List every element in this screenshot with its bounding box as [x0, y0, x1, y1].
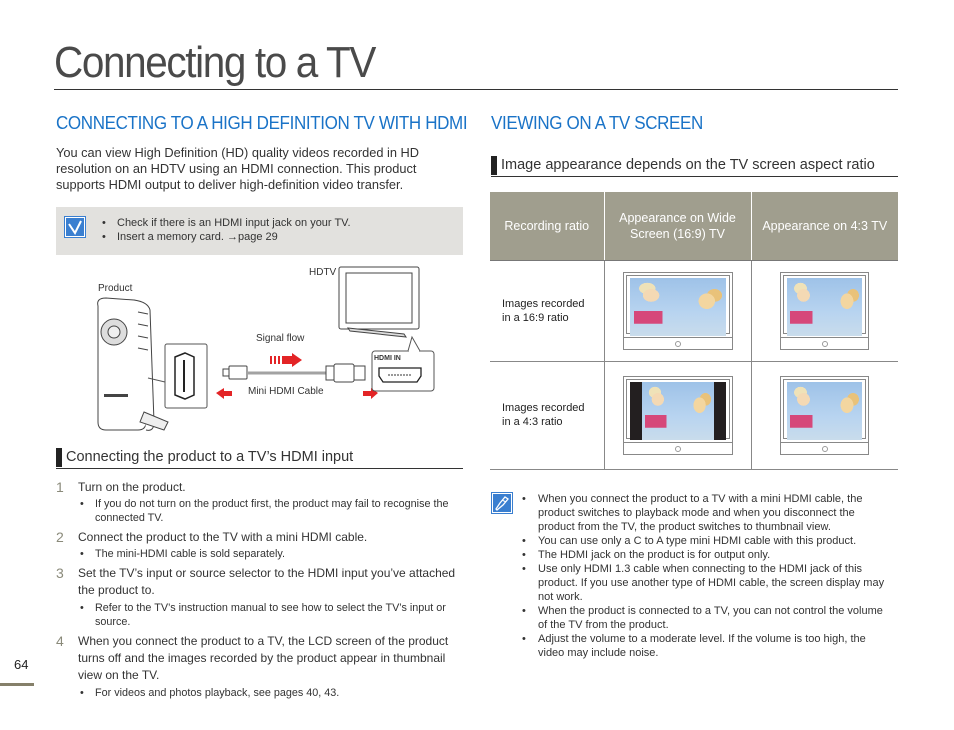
- prerequisite-item: Check if there is an HDMI input jack on …: [102, 216, 351, 230]
- standard-tv-full-image: [780, 376, 870, 455]
- header-recording-ratio: Recording ratio: [490, 192, 604, 261]
- note-item: Use only HDMI 1.3 cable when connecting …: [522, 562, 892, 604]
- step-sub-list: Refer to the TV’s instruction manual to …: [78, 601, 466, 629]
- checkbox-icon: [64, 216, 86, 238]
- table-header-row: Recording ratio Appearance on Wide Scree…: [490, 192, 898, 261]
- page-number: 64: [14, 657, 29, 672]
- notes-list: When you connect the product to a TV wit…: [522, 492, 892, 660]
- standard-tv-full-image: [780, 272, 870, 350]
- step-sub-list: If you do not turn on the product first,…: [78, 497, 466, 525]
- table-row: Images recorded in a 4:3 ratio: [490, 361, 898, 470]
- mini-hdmi-cable-illustration: [222, 363, 366, 383]
- hdmi-input-subheading: Connecting the product to a TV’s HDMI in…: [56, 447, 463, 469]
- note-item: Adjust the volume to a moderate level. I…: [522, 632, 892, 660]
- header-standard-tv: Appearance on 4:3 TV: [750, 192, 898, 261]
- prerequisite-item[interactable]: Insert a memory card. →page 29: [102, 230, 351, 244]
- page-title: Connecting to a TV: [54, 38, 376, 87]
- note-item: When you connect the product to a TV wit…: [522, 492, 892, 534]
- step-item: 3 Set the TV’s input or source selector t…: [56, 565, 466, 629]
- standard-tv-cell: [750, 260, 898, 362]
- note-pencil-icon: [491, 492, 513, 514]
- step-sub-item: Refer to the TV’s instruction manual to …: [80, 601, 466, 629]
- step-sub-list: For videos and photos playback, see page…: [78, 686, 466, 700]
- step-sub-item: If you do not turn on the product first,…: [80, 497, 466, 525]
- tv-screen-section-heading: VIEWING ON A TV SCREEN: [491, 112, 703, 133]
- connection-steps: 1 Turn on the product. If you do not turn …: [56, 479, 466, 704]
- step-number: 1: [56, 479, 64, 495]
- hdmi-connection-diagram: Product HDTV Signal flow Mini HDMI Cable: [56, 262, 466, 442]
- wide-tv-cell: [603, 260, 751, 362]
- hdtv-illustration: [338, 266, 420, 338]
- aspect-ratio-table: Recording ratio Appearance on Wide Scree…: [490, 192, 898, 470]
- hdmi-section-heading: CONNECTING TO A HIGH DEFINITION TV WITH …: [56, 112, 468, 133]
- hdmi-in-label: HDMI IN: [374, 355, 401, 362]
- step-text: When you connect the product to a TV, th…: [78, 634, 449, 682]
- step-sub-item: The mini-HDMI cable is sold separately.: [80, 547, 466, 561]
- camcorder-illustration: [97, 297, 169, 431]
- signal-flow-arrow: [270, 353, 302, 367]
- row-label: Images recorded in a 16:9 ratio: [490, 260, 604, 362]
- page-number-bar: [0, 683, 34, 686]
- step-item: 2 Connect the product to the TV with a mi…: [56, 529, 466, 561]
- hdmi-in-port-callout: [371, 335, 435, 392]
- hdmi-intro-text: You can view High Definition (HD) qualit…: [56, 145, 419, 192]
- standard-tv-cell: [750, 361, 898, 470]
- step-text: Set the TV’s input or source selector to…: [78, 566, 456, 597]
- note-item: You can use only a C to A type mini HDMI…: [522, 534, 892, 548]
- header-wide-screen: Appearance on Wide Screen (16:9) TV: [603, 192, 751, 261]
- aspect-ratio-subheading: Image appearance depends on the TV scree…: [491, 155, 898, 177]
- step-text: Connect the product to the TV with a min…: [78, 530, 368, 544]
- title-divider: [54, 89, 898, 90]
- wide-tv-full-image: [622, 272, 733, 350]
- table-row: Images recorded in a 16:9 ratio: [490, 260, 898, 362]
- wide-tv-cell: [603, 361, 751, 470]
- step-number: 3: [56, 565, 64, 581]
- left-arrow-icon: [216, 388, 232, 399]
- prerequisite-list: Check if there is an HDMI input jack on …: [102, 216, 351, 244]
- wide-tv-pillarboxed-image: [622, 376, 733, 455]
- step-text: Turn on the product.: [78, 480, 186, 494]
- row-label: Images recorded in a 4:3 ratio: [490, 361, 604, 470]
- step-item: 4 When you connect the product to a TV, t…: [56, 633, 466, 700]
- note-item: When the product is connected to a TV, y…: [522, 604, 892, 632]
- note-item: The HDMI jack on the product is for outp…: [522, 548, 892, 562]
- mini-hdmi-port-callout: [147, 343, 208, 409]
- step-item: 1 Turn on the product. If you do not turn …: [56, 479, 466, 525]
- step-number: 2: [56, 529, 64, 545]
- step-number: 4: [56, 633, 64, 649]
- prerequisite-box: Check if there is an HDMI input jack on …: [56, 207, 463, 255]
- step-sub-item: For videos and photos playback, see page…: [80, 686, 466, 700]
- step-sub-list: The mini-HDMI cable is sold separately.: [78, 547, 466, 561]
